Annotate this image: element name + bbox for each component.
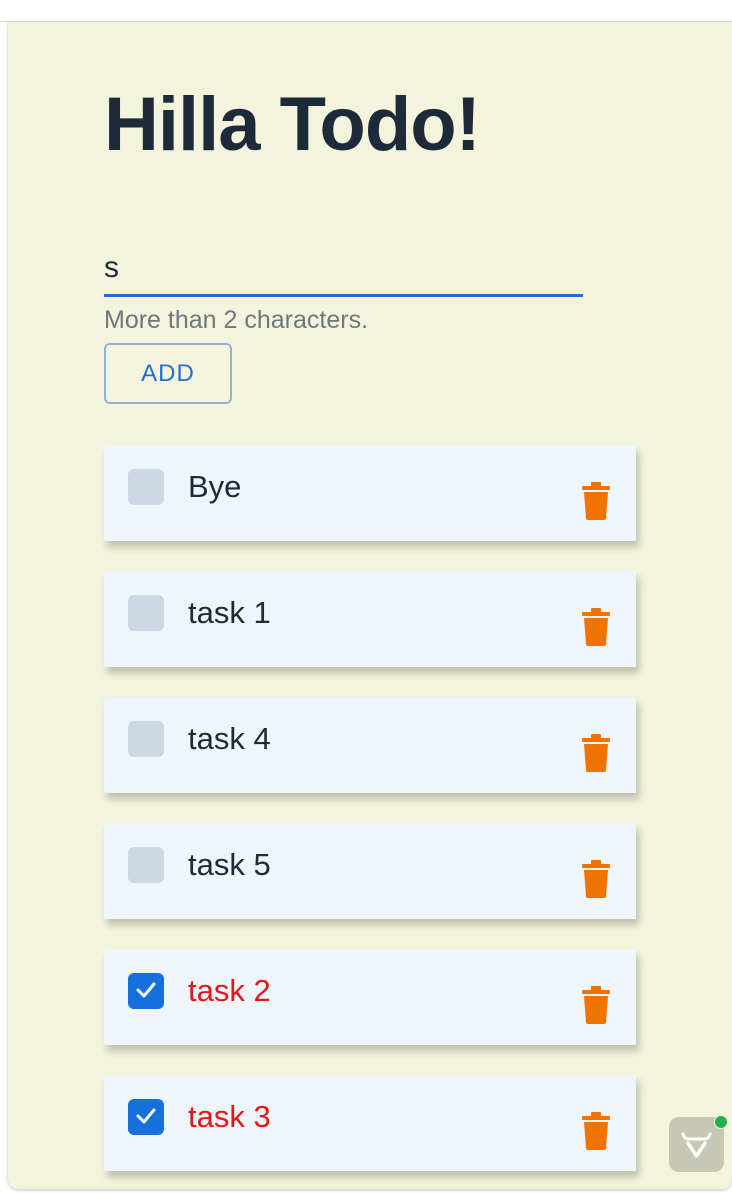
trash-icon[interactable]: [582, 1112, 610, 1150]
todo-label: Bye: [188, 469, 242, 504]
todo-checkbox[interactable]: [128, 973, 164, 1009]
todo-label: task 4: [188, 721, 271, 756]
app-container: Hilla Todo! More than 2 characters. ADD …: [8, 22, 732, 1189]
browser-top-bar: [0, 0, 732, 22]
vaadin-logo-icon: [681, 1132, 712, 1158]
todo-item: task 3: [104, 1075, 636, 1171]
todo-item: Bye: [104, 445, 636, 541]
todo-item: task 4: [104, 697, 636, 793]
todo-list: Bye task 1 task 4 task 5 task 2 task 3: [104, 445, 636, 1189]
trash-icon[interactable]: [582, 860, 610, 898]
trash-icon[interactable]: [582, 608, 610, 646]
todo-label: task 1: [188, 595, 271, 630]
todo-item: task 5: [104, 823, 636, 919]
todo-checkbox[interactable]: [128, 847, 164, 883]
check-icon: [136, 1108, 156, 1124]
helper-text: More than 2 characters.: [104, 306, 369, 334]
todo-checkbox[interactable]: [128, 721, 164, 757]
todo-label: task 5: [188, 847, 271, 882]
todo-label: task 3: [188, 1099, 271, 1134]
todo-item: task 1: [104, 571, 636, 667]
trash-icon[interactable]: [582, 986, 610, 1024]
check-icon: [136, 982, 156, 998]
todo-input[interactable]: [104, 248, 574, 288]
todo-checkbox[interactable]: [128, 1099, 164, 1135]
todo-checkbox[interactable]: [128, 595, 164, 631]
add-button[interactable]: ADD: [104, 343, 232, 404]
todo-label: task 2: [188, 973, 271, 1008]
todo-item: task 2: [104, 949, 636, 1045]
todo-text-field[interactable]: [104, 240, 583, 297]
page-title: Hilla Todo!: [104, 82, 481, 167]
trash-icon[interactable]: [582, 734, 610, 772]
todo-checkbox[interactable]: [128, 469, 164, 505]
status-indicator: [714, 1115, 728, 1129]
trash-icon[interactable]: [582, 482, 610, 520]
